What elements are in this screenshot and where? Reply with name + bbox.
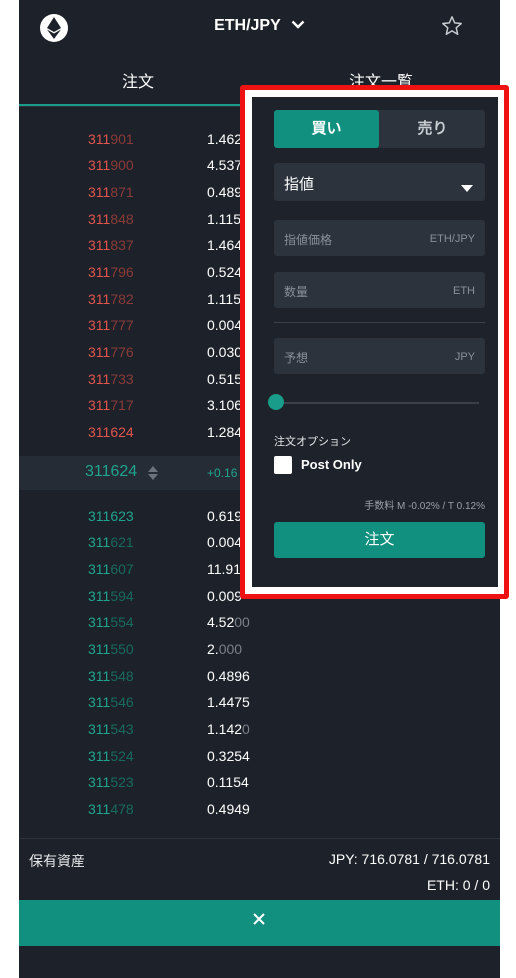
bid-quantity: 0.619 (207, 508, 243, 524)
ask-price: 311776 (88, 344, 134, 360)
bid-price: 311543 (88, 721, 134, 737)
close-button[interactable] (19, 900, 500, 946)
active-tab-indicator (19, 104, 259, 106)
bid-row[interactable]: 311543 1.1420 (19, 716, 500, 742)
amount-slider-track[interactable] (282, 402, 479, 404)
top-bar: ETH/JPY (19, 0, 500, 56)
ask-price: 311624 (88, 424, 134, 440)
pair-label: ETH/JPY (214, 17, 281, 34)
order-type-value: 指値 (284, 176, 315, 193)
bid-quantity: 1.1420 (207, 721, 250, 737)
bid-price: 311623 (88, 508, 134, 524)
order-form-panel: 買い 売り 指値 指値価格 ETH/JPY 数量 ETH 予想 JPY 注文オプ… (252, 97, 498, 587)
ask-price: 311901 (88, 131, 134, 147)
price-change: +0.16 (207, 466, 238, 480)
ask-quantity: 1.462 (207, 131, 243, 147)
bid-quantity: 4.5200 (207, 614, 250, 630)
bid-quantity: 0.3254 (207, 748, 250, 764)
ask-price: 311777 (88, 317, 134, 333)
form-divider (274, 322, 485, 323)
bottom-strip (19, 946, 500, 978)
assets-section: 保有資産 JPY: 716.0781 / 716.0781 ETH: 0 / 0 (19, 838, 500, 901)
price-input[interactable]: 指値価格 ETH/JPY (274, 220, 485, 256)
submit-order-button[interactable]: 注文 (274, 522, 485, 558)
ask-price: 311733 (88, 371, 134, 387)
ask-quantity: 1.464 (207, 237, 243, 253)
amount-input[interactable]: 数量 ETH (274, 272, 485, 308)
bid-price: 311524 (88, 748, 134, 764)
caret-down-icon (461, 179, 473, 197)
tab-order[interactable]: 注文 (122, 68, 154, 92)
side-toggle: 買い 売り (274, 110, 485, 148)
price-placeholder: 指値価格 (284, 233, 333, 247)
bid-quantity: 0.4949 (207, 801, 250, 817)
bid-row[interactable]: 311523 0.1154 (19, 769, 500, 795)
bid-quantity: 0.4896 (207, 668, 250, 684)
ask-quantity: 0.004 (207, 317, 243, 333)
ask-price: 311837 (88, 237, 134, 253)
post-only-label[interactable]: Post Only (301, 457, 362, 472)
ask-quantity: 1.115 (207, 291, 241, 307)
bid-price: 311548 (88, 668, 134, 684)
jpy-balance: JPY: 716.0781 / 716.0781 (328, 851, 490, 867)
ask-price: 311717 (88, 397, 134, 413)
ask-quantity: 4.537 (207, 157, 243, 173)
ask-quantity: 0.524 (207, 264, 243, 280)
ask-quantity: 3.106 (207, 397, 243, 413)
fee-text: 手数料 M -0.02% / T 0.12% (364, 501, 485, 512)
eth-balance: ETH: 0 / 0 (426, 877, 490, 893)
bid-quantity: 2.000 (207, 641, 243, 657)
bid-price: 311621 (88, 534, 134, 550)
amount-slider-thumb[interactable] (268, 394, 284, 410)
estimate-unit: JPY (454, 351, 475, 363)
last-price: 311624 (85, 463, 138, 480)
bid-row[interactable]: 311478 0.4949 (19, 796, 500, 822)
ask-quantity: 0.515 (207, 371, 243, 387)
bid-row[interactable]: 311548 0.4896 (19, 663, 500, 689)
assets-label: 保有資産 (29, 853, 85, 869)
bid-price: 311594 (88, 588, 134, 604)
bid-price: 311523 (88, 774, 134, 790)
estimate-input[interactable]: 予想 JPY (274, 338, 485, 374)
bid-quantity: 0.004 (207, 534, 243, 550)
sell-tab[interactable]: 売り (380, 110, 485, 148)
price-unit: ETH/JPY (429, 233, 475, 245)
order-type-select[interactable]: 指値 (274, 163, 485, 201)
bid-row[interactable]: 311550 2.000 (19, 636, 500, 662)
ask-price: 311848 (88, 211, 134, 227)
ask-quantity: 1.284 (207, 424, 243, 440)
bid-row[interactable]: 311546 1.4475 (19, 689, 500, 715)
ask-quantity: 0.030 (207, 344, 243, 360)
chevron-down-icon (291, 16, 305, 34)
close-icon (251, 911, 267, 932)
bid-quantity: 0.009 (207, 588, 243, 604)
buy-tab[interactable]: 買い (274, 110, 379, 148)
pair-selector[interactable]: ETH/JPY (19, 16, 500, 35)
ask-price: 311782 (88, 291, 134, 307)
bid-quantity: 0.1154 (207, 774, 249, 790)
bid-price: 311554 (88, 614, 134, 630)
bid-price: 311550 (88, 641, 134, 657)
bid-price: 311478 (88, 801, 134, 817)
bid-price: 311607 (88, 561, 134, 577)
bid-row[interactable]: 311554 4.5200 (19, 609, 500, 635)
bid-row[interactable]: 311524 0.3254 (19, 743, 500, 769)
bid-quantity: 1.4475 (207, 694, 250, 710)
sort-arrows-icon[interactable] (147, 465, 159, 486)
bid-price: 311546 (88, 694, 134, 710)
post-only-checkbox[interactable] (274, 456, 292, 474)
order-options-label: 注文オプション (274, 436, 351, 448)
star-outline-icon[interactable] (441, 15, 463, 42)
ask-price: 311871 (88, 184, 134, 200)
ask-quantity: 1.115 (207, 211, 241, 227)
amount-unit: ETH (453, 285, 475, 297)
ask-price: 311900 (88, 157, 134, 173)
amount-placeholder: 数量 (284, 285, 309, 299)
ask-price: 311796 (88, 264, 134, 280)
estimate-placeholder: 予想 (284, 351, 309, 365)
ask-quantity: 0.489 (207, 184, 243, 200)
